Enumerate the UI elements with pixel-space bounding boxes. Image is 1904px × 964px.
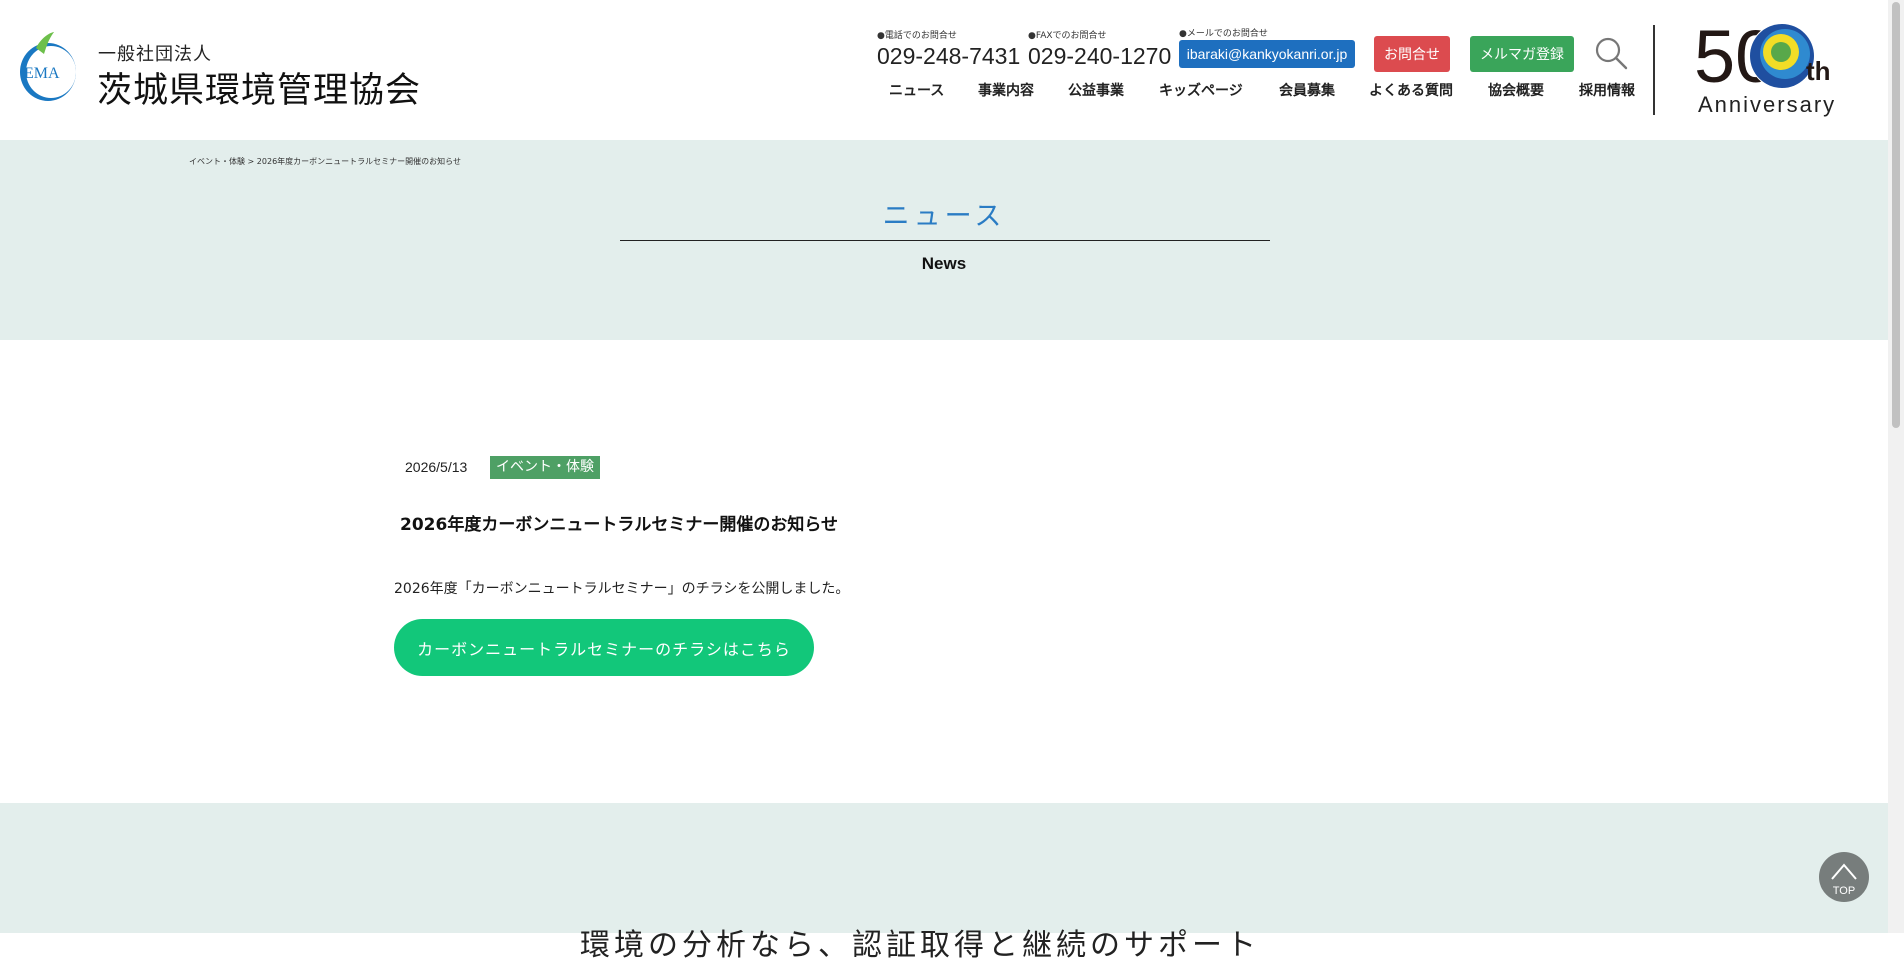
phone-label: ●電話でのお問合せ	[877, 31, 957, 41]
fax-label: ●FAXでのお問合せ	[1028, 31, 1107, 41]
nav-item-public-service[interactable]: 公益事業	[1068, 80, 1124, 100]
logo-text: EMA	[24, 65, 60, 82]
post-title: 2026年度カーボンニュートラルセミナー開催のお知らせ	[400, 515, 838, 535]
mail-address-button[interactable]: ibaraki@kankyokanri.or.jp	[1179, 40, 1355, 68]
breadcrumb-category[interactable]: イベント・体験	[189, 157, 245, 166]
phone-number[interactable]: 029-248-7431	[877, 43, 1020, 70]
breadcrumb-current: 2026年度カーボンニュートラルセミナー開催のお知らせ	[256, 157, 461, 166]
nav-item-news[interactable]: ニュース	[889, 80, 944, 100]
breadcrumb: イベント・体験 > 2026年度カーボンニュートラルセミナー開催のお知らせ	[189, 156, 461, 167]
search-icon[interactable]	[1593, 35, 1629, 71]
page-title: ニュース	[882, 201, 1006, 232]
anniversary-suffix: th	[1806, 56, 1831, 86]
footer-heading-partial: 環境の分析なら、認証取得と継続のサポート	[580, 928, 1260, 963]
back-to-top-button[interactable]: TOP	[1819, 852, 1869, 902]
anniversary-word: Anniversary	[1698, 92, 1837, 117]
contact-button[interactable]: お問合せ	[1374, 36, 1450, 72]
header-divider	[1653, 25, 1655, 115]
breadcrumb-separator: >	[247, 157, 255, 166]
chevron-up-icon	[1831, 863, 1857, 880]
mailmag-button[interactable]: メルマガ登録	[1470, 36, 1574, 72]
post-body-text: 2026年度「カーボンニュートラルセミナー」のチラシを公開しました。	[394, 581, 850, 597]
back-to-top-label: TOP	[1832, 885, 1856, 897]
flyer-link-button[interactable]: カーボンニュートラルセミナーのチラシはこちら	[394, 619, 814, 676]
org-name: 茨城県環境管理協会	[97, 71, 422, 111]
scrollbar-thumb[interactable]	[1892, 2, 1900, 428]
nav-item-faq[interactable]: よくある質問	[1369, 80, 1453, 100]
mail-contact-label-wrap: ●メールでのお問合せ	[1179, 26, 1268, 39]
nav-item-kids[interactable]: キッズページ	[1159, 80, 1243, 100]
site-header: EMA 一般社団法人 茨城県環境管理協会 ●電話でのお問合せ 029-248-7…	[0, 0, 1888, 140]
post-category-tag[interactable]: イベント・体験	[490, 456, 600, 479]
nav-item-membership[interactable]: 会員募集	[1279, 80, 1335, 100]
footer-band	[0, 803, 1888, 933]
phone-contact: ●電話でのお問合せ 029-248-7431	[877, 28, 1020, 70]
mail-label: ●メールでのお問合せ	[1179, 29, 1268, 39]
page-subtitle: News	[921, 254, 967, 273]
title-divider	[620, 240, 1270, 241]
nav-item-business[interactable]: 事業内容	[978, 80, 1034, 100]
nav-item-recruit[interactable]: 採用情報	[1579, 80, 1635, 100]
post-date: 2026/5/13	[405, 459, 468, 475]
fax-number: 029-240-1270	[1028, 43, 1172, 69]
ema-logo-icon: EMA	[20, 32, 76, 101]
nav-item-about[interactable]: 協会概要	[1488, 80, 1544, 100]
vertical-scrollbar[interactable]	[1888, 0, 1904, 933]
fax-contact: ●FAXでのお問合せ 029-240-1270	[1028, 28, 1171, 70]
